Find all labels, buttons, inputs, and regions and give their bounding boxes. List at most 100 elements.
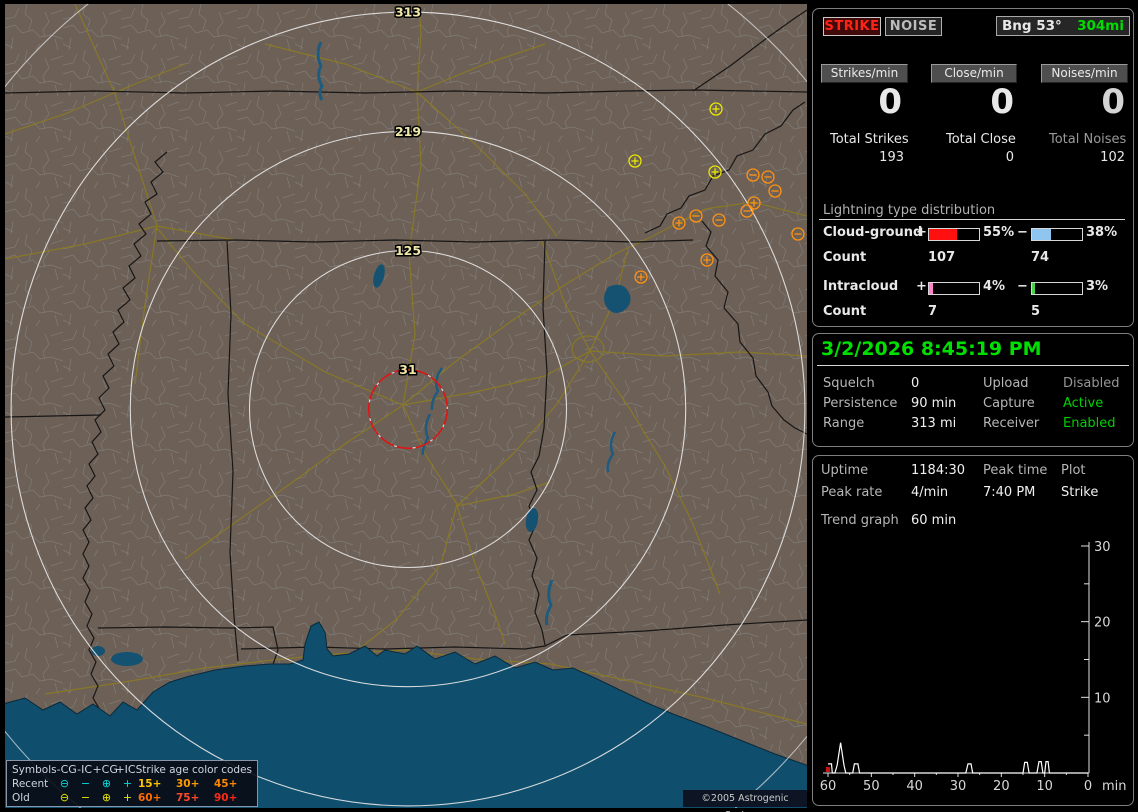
ic-plus-sign: +: [916, 279, 927, 294]
lightning-map[interactable]: 313 219 125 31 Symbols -CG -IC +CG +IC Stri…: [5, 4, 807, 812]
legend-symbols-header: Symbols: [12, 764, 57, 776]
current-datetime: 3/2/2026 8:45:19 PM: [821, 338, 1042, 360]
svg-text:30: 30: [950, 779, 967, 794]
receiver-label: Receiver: [983, 416, 1040, 431]
svg-text:219: 219: [395, 124, 421, 139]
status-panel: 3/2/2026 8:45:19 PM Squelch 0 Persistenc…: [812, 333, 1134, 447]
receiver-status: Enabled: [1063, 416, 1116, 431]
ic-positive-pct: 4%: [983, 279, 1006, 294]
cg-plus-sign: +: [916, 225, 927, 240]
upload-status: Disabled: [1063, 376, 1120, 391]
total-noises-label: Total Noises: [1049, 132, 1127, 147]
age-codes-row-2: 60+ 75+ 90+: [138, 791, 252, 805]
noises-per-min-button[interactable]: Noises/min: [1041, 64, 1128, 83]
cg-positive-count: 107: [928, 250, 956, 265]
trend-graph: 10 20 30 60 50 40 30 20 10 0 min: [820, 540, 1127, 794]
datetime-divider: [817, 365, 1129, 366]
svg-text:20: 20: [1094, 616, 1111, 631]
copyright-notice: ©2005 Astrogenic Systems: [683, 790, 807, 812]
cg-negative-pct: 38%: [1086, 225, 1118, 240]
ic-negative-bar: [1031, 282, 1083, 295]
distribution-divider: [819, 219, 1125, 220]
pos-cg-old-icon: ⊕: [101, 791, 112, 804]
neg-cg-recent-icon: ⊖: [59, 777, 70, 790]
pos-ic-recent-icon: +: [122, 777, 133, 790]
map-legend: Symbols -CG -IC +CG +IC Strike age color…: [6, 760, 258, 807]
legend-col-pos-ic: +IC: [115, 763, 136, 776]
total-noises-value: 102: [1100, 150, 1125, 165]
upload-label: Upload: [983, 376, 1029, 391]
legend-col-neg-ic: -IC: [77, 763, 93, 776]
total-close-value: 0: [1005, 150, 1014, 165]
cg-count-label: Count: [823, 250, 867, 265]
svg-text:60: 60: [820, 779, 837, 794]
capture-status: Active: [1063, 396, 1104, 411]
ic-positive-count: 7: [928, 304, 938, 319]
strike-button[interactable]: STRIKE: [823, 17, 881, 36]
cg-negative-bar: [1031, 228, 1083, 241]
capture-label: Capture: [983, 396, 1035, 411]
pos-ic-old-icon: +: [122, 791, 133, 804]
pos-cg-recent-icon: ⊕: [101, 777, 112, 790]
ic-negative-count: 5: [1031, 304, 1041, 319]
distribution-title: Lightning type distribution: [823, 203, 996, 218]
neg-ic-old-icon: −: [80, 791, 91, 804]
cg-positive-bar-fill: [929, 229, 957, 240]
total-strikes-value: 193: [879, 150, 904, 165]
svg-text:31: 31: [399, 362, 416, 377]
range-label: Range: [823, 416, 865, 431]
strikes-per-min-value: 0: [878, 82, 902, 122]
cg-positive-pct: 55%: [983, 225, 1015, 240]
svg-text:313: 313: [395, 5, 421, 20]
svg-text:10: 10: [1094, 691, 1111, 706]
range-value: 313 mi: [911, 416, 957, 431]
close-per-min-value: 0: [990, 82, 1014, 122]
ic-count-label: Count: [823, 304, 867, 319]
age-code-75: 75+: [176, 792, 200, 804]
strikes-per-min-button[interactable]: Strikes/min: [821, 64, 908, 83]
neg-ic-recent-icon: −: [80, 777, 91, 790]
legend-recent-label: Recent: [12, 778, 49, 790]
svg-text:20: 20: [993, 779, 1010, 794]
age-codes-row-1: 15+ 30+ 45+: [138, 777, 252, 791]
age-code-60: 60+: [138, 792, 162, 804]
svg-text:50: 50: [863, 779, 880, 794]
strike-stats-panel: STRIKE NOISE Bng 53° 304mi Strikes/min C…: [812, 8, 1134, 327]
bearing-range: 304mi: [1077, 18, 1124, 34]
map-canvas[interactable]: 313 219 125 31: [5, 4, 807, 808]
persistence-label: Persistence: [823, 396, 898, 411]
svg-text:min: min: [1102, 779, 1127, 794]
legend-col-neg-cg: -CG: [56, 763, 77, 776]
legend-header-row: Symbols -CG -IC +CG +IC Strike age color…: [12, 763, 252, 777]
noise-button[interactable]: NOISE: [885, 17, 942, 36]
squelch-label: Squelch: [823, 376, 875, 391]
svg-text:125: 125: [395, 243, 421, 258]
svg-text:10: 10: [1036, 779, 1053, 794]
ic-negative-bar-fill: [1032, 283, 1035, 294]
svg-text:30: 30: [1094, 540, 1111, 555]
age-code-30: 30+: [176, 778, 200, 790]
persistence-value: 90 min: [911, 396, 957, 411]
age-code-45: 45+: [214, 778, 238, 790]
ic-minus-sign: −: [1017, 279, 1028, 294]
age-code-15: 15+: [138, 778, 162, 790]
nexstorm-window: 313 219 125 31 Symbols -CG -IC +CG +IC Stri…: [0, 0, 1138, 812]
svg-text:0: 0: [1084, 779, 1092, 794]
cg-positive-bar: [928, 228, 980, 241]
bearing-display: Bng 53° 304mi: [996, 16, 1130, 36]
age-code-90: 90+: [214, 792, 238, 804]
legend-col-pos-cg: +CG: [92, 763, 118, 776]
total-close-label: Total Close: [946, 132, 1016, 147]
cg-negative-count: 74: [1031, 250, 1050, 265]
total-strikes-label: Total Strikes: [830, 132, 909, 147]
ic-negative-pct: 3%: [1086, 279, 1109, 294]
close-per-min-button[interactable]: Close/min: [931, 64, 1017, 83]
neg-cg-old-icon: ⊖: [59, 791, 70, 804]
legend-age-header: Strike age color codes: [135, 764, 252, 776]
legend-old-row: Old ⊖ − ⊕ + 60+ 75+ 90+: [12, 791, 252, 805]
cg-negative-bar-fill: [1032, 229, 1051, 240]
noises-per-min-value: 0: [1101, 82, 1125, 122]
svg-text:40: 40: [906, 779, 923, 794]
cloud-ground-label: Cloud-ground: [823, 225, 923, 240]
bearing-label: Bng 53°: [1002, 18, 1062, 34]
